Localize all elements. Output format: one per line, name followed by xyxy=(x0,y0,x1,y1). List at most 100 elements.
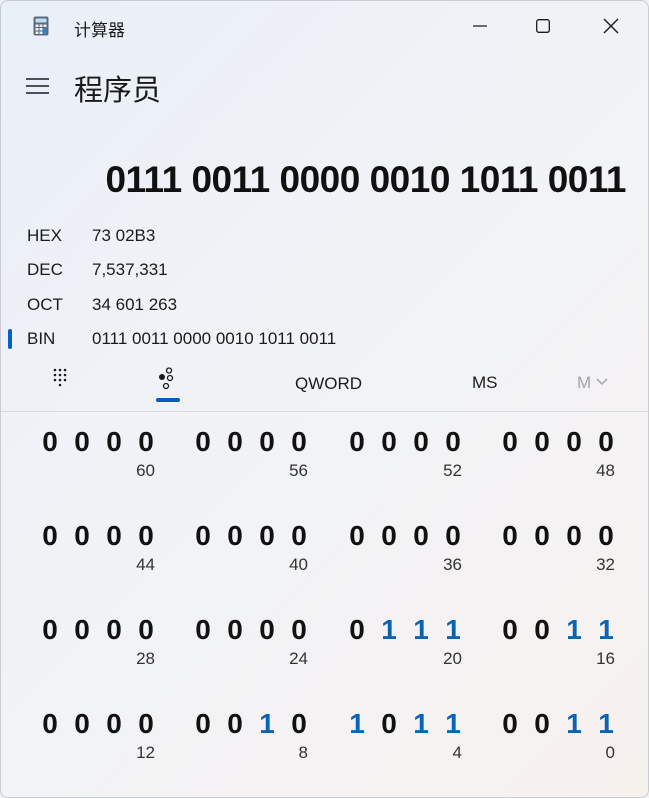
bit-toggle[interactable]: 0 xyxy=(191,520,215,552)
hamburger-menu-icon xyxy=(26,78,49,94)
bit-toggle[interactable]: 1 xyxy=(409,614,433,646)
bit-toggle[interactable]: 0 xyxy=(38,708,62,740)
bit-position-label: 60 xyxy=(136,461,155,480)
bit-toggle[interactable]: 0 xyxy=(134,426,158,458)
radix-label: BIN xyxy=(27,329,56,348)
bit-toggle[interactable]: 0 xyxy=(191,614,215,646)
radix-value: 0111 0011 0000 0010 1011 0011 xyxy=(92,329,337,348)
bit-group: 0 0 0 0 28 xyxy=(38,614,168,674)
bit-toggle[interactable]: 1 xyxy=(562,614,586,646)
bit-toggle[interactable]: 0 xyxy=(498,520,522,552)
bit-toggle[interactable]: 0 xyxy=(38,614,62,646)
keypad-toolbar: QWORD MS M xyxy=(1,363,648,409)
bit-toggling-keypad-button[interactable] xyxy=(156,367,180,391)
bit-toggle[interactable]: 0 xyxy=(287,614,311,646)
bit-toggle[interactable]: 1 xyxy=(377,614,401,646)
bit-toggle[interactable]: 0 xyxy=(287,520,311,552)
bit-toggle[interactable]: 0 xyxy=(345,614,369,646)
close-button[interactable] xyxy=(588,10,634,42)
bit-toggle[interactable]: 0 xyxy=(594,520,618,552)
bit-toggle[interactable]: 0 xyxy=(409,520,433,552)
bit-toggle[interactable]: 0 xyxy=(409,426,433,458)
bit-toggle[interactable]: 0 xyxy=(102,520,126,552)
bit-toggle[interactable]: 0 xyxy=(530,520,554,552)
bit-toggle[interactable]: 0 xyxy=(134,520,158,552)
bit-toggle[interactable]: 0 xyxy=(594,426,618,458)
bit-toggle[interactable]: 1 xyxy=(441,708,465,740)
bit-toggle[interactable]: 0 xyxy=(498,614,522,646)
radix-label: HEX xyxy=(27,226,62,245)
bit-toggle[interactable]: 0 xyxy=(498,426,522,458)
bit-toggle[interactable]: 0 xyxy=(530,614,554,646)
radix-value: 73 02B3 xyxy=(92,226,156,245)
bit-toggle[interactable]: 0 xyxy=(38,426,62,458)
bit-position-label: 16 xyxy=(596,649,615,668)
radix-row-oct[interactable]: OCT 34 601 263 xyxy=(1,292,648,322)
radix-row-dec[interactable]: DEC 7,537,331 xyxy=(1,257,648,287)
bit-toggle[interactable]: 0 xyxy=(530,426,554,458)
bit-toggle[interactable]: 0 xyxy=(70,426,94,458)
close-icon xyxy=(603,18,619,34)
radix-row-bin[interactable]: BIN 0111 0011 0000 0010 1011 0011 xyxy=(1,326,648,356)
bit-toggle[interactable]: 0 xyxy=(134,614,158,646)
bit-toggle[interactable]: 0 xyxy=(287,708,311,740)
bit-toggle[interactable]: 0 xyxy=(102,426,126,458)
window-title: 计算器 xyxy=(74,21,125,40)
bit-toggle[interactable]: 0 xyxy=(562,426,586,458)
bit-toggle[interactable]: 0 xyxy=(377,520,401,552)
mode-title: 程序员 xyxy=(74,75,162,107)
bit-toggle[interactable]: 0 xyxy=(70,614,94,646)
bit-toggle[interactable]: 0 xyxy=(345,520,369,552)
bit-toggle[interactable]: 0 xyxy=(223,426,247,458)
bit-toggle[interactable]: 1 xyxy=(562,708,586,740)
bit-position-label: 40 xyxy=(289,555,308,574)
bit-position-label: 28 xyxy=(136,649,155,668)
bit-toggle[interactable]: 0 xyxy=(191,708,215,740)
bit-position-label: 36 xyxy=(443,555,462,574)
bit-toggle[interactable]: 0 xyxy=(255,520,279,552)
bit-toggle[interactable]: 0 xyxy=(377,426,401,458)
bit-group: 0 0 1 1 16 xyxy=(498,614,628,674)
bit-toggle[interactable]: 0 xyxy=(70,708,94,740)
memory-list-button[interactable]: M xyxy=(577,373,608,393)
full-keypad-button[interactable] xyxy=(51,367,73,389)
bit-group: 10114 xyxy=(345,708,475,768)
bit-toggle[interactable]: 1 xyxy=(345,708,369,740)
bit-toggle[interactable]: 0 xyxy=(562,520,586,552)
minimize-button[interactable] xyxy=(457,10,503,42)
bit-toggle[interactable]: 1 xyxy=(594,614,618,646)
radix-row-hex[interactable]: HEX 73 02B3 xyxy=(1,223,648,253)
bit-toggle[interactable]: 0 xyxy=(255,614,279,646)
memory-store-button[interactable]: MS xyxy=(472,373,498,393)
bit-toggle[interactable]: 0 xyxy=(223,520,247,552)
bit-group: 0 0 0 0 32 xyxy=(498,520,628,580)
bit-toggle[interactable]: 0 xyxy=(102,614,126,646)
bit-toggle[interactable]: 0 xyxy=(530,708,554,740)
bit-toggle[interactable]: 0 xyxy=(223,708,247,740)
bit-toggle[interactable]: 0 xyxy=(441,426,465,458)
selected-indicator xyxy=(8,329,12,349)
bit-toggle[interactable]: 0 xyxy=(134,708,158,740)
chevron-down-icon xyxy=(596,378,608,385)
bit-toggle[interactable]: 0 xyxy=(255,426,279,458)
bit-group: 0 0 0 0 44 xyxy=(38,520,168,580)
maximize-button[interactable] xyxy=(520,10,566,42)
bit-toggle[interactable]: 0 xyxy=(102,708,126,740)
bit-toggle[interactable]: 1 xyxy=(255,708,279,740)
bit-toggle[interactable]: 0 xyxy=(287,426,311,458)
bit-toggle[interactable]: 0 xyxy=(70,520,94,552)
bit-position-label: 24 xyxy=(289,649,308,668)
bit-toggle[interactable]: 0 xyxy=(223,614,247,646)
bit-toggle[interactable]: 1 xyxy=(594,708,618,740)
bit-toggle[interactable]: 0 xyxy=(377,708,401,740)
word-size-button[interactable]: QWORD xyxy=(295,374,362,394)
full-keypad-icon xyxy=(53,368,67,387)
bit-toggle[interactable]: 1 xyxy=(441,614,465,646)
bit-toggle[interactable]: 1 xyxy=(409,708,433,740)
hamburger-menu-button[interactable] xyxy=(25,74,51,98)
bit-toggle[interactable]: 0 xyxy=(441,520,465,552)
bit-toggle[interactable]: 0 xyxy=(498,708,522,740)
bit-toggle[interactable]: 0 xyxy=(191,426,215,458)
bit-toggle[interactable]: 0 xyxy=(345,426,369,458)
bit-toggle[interactable]: 0 xyxy=(38,520,62,552)
